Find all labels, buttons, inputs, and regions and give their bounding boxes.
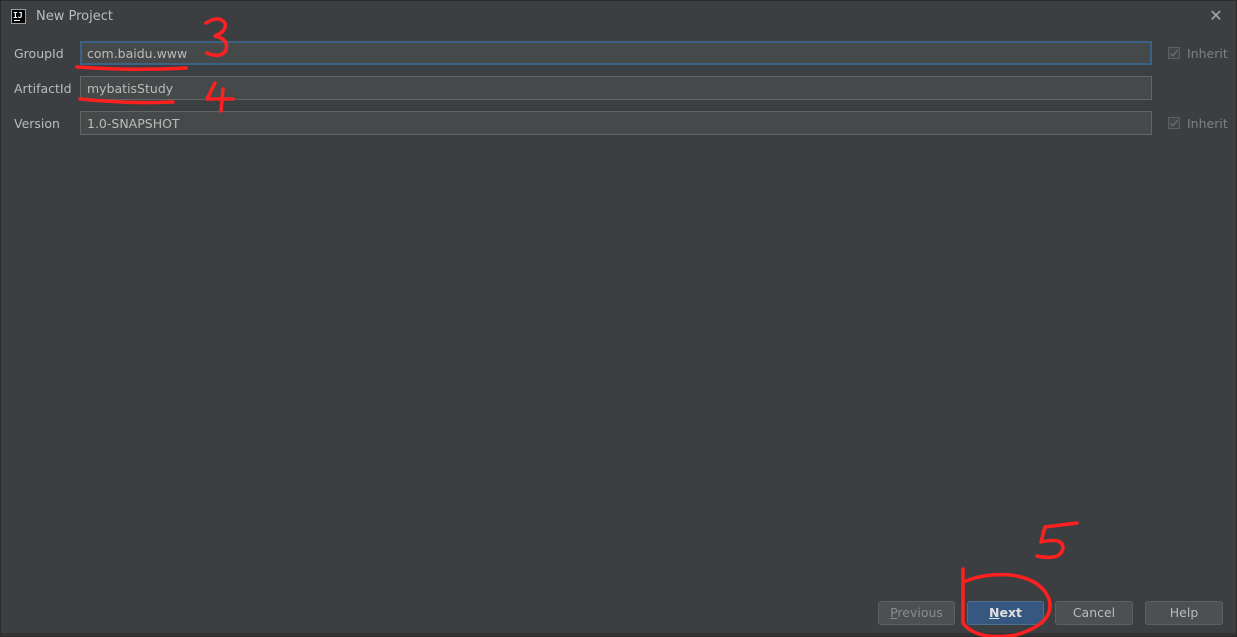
window-title: New Project <box>36 9 113 24</box>
next-mnemonic: N <box>989 605 1000 620</box>
version-row: Version Inherit <box>1 111 1236 135</box>
artifactid-input[interactable] <box>80 76 1152 100</box>
artifactid-label: ArtifactId <box>14 81 72 96</box>
checkbox-icon <box>1168 47 1180 59</box>
help-button[interactable]: Help <box>1145 601 1223 625</box>
checkbox-icon <box>1168 117 1180 129</box>
version-label: Version <box>14 116 60 131</box>
inherit-label: Inherit <box>1187 45 1228 61</box>
previous-label: revious <box>897 605 943 620</box>
groupid-inherit-checkbox[interactable]: Inherit <box>1168 45 1228 61</box>
cancel-button[interactable]: Cancel <box>1055 601 1133 625</box>
next-button[interactable]: Next <box>967 601 1044 625</box>
annotation-mark-5 <box>1035 521 1079 560</box>
bottom-divider <box>1 633 1236 636</box>
artifactid-row: ArtifactId <box>1 76 1236 100</box>
groupid-row: GroupId Inherit <box>1 41 1236 65</box>
groupid-input[interactable] <box>80 41 1152 65</box>
title-bar: IJ New Project ✕ <box>1 1 1236 32</box>
intellij-icon: IJ <box>11 9 26 24</box>
groupid-label: GroupId <box>14 46 64 61</box>
version-input[interactable] <box>80 111 1152 135</box>
next-label: ext <box>999 605 1022 620</box>
inherit-label: Inherit <box>1187 115 1228 131</box>
previous-button[interactable]: Previous <box>878 601 955 625</box>
new-project-dialog: IJ New Project ✕ GroupId Inherit Artifac… <box>0 0 1237 637</box>
close-icon[interactable]: ✕ <box>1208 8 1224 24</box>
groupid-underline-mark <box>75 65 188 72</box>
version-inherit-checkbox[interactable]: Inherit <box>1168 115 1228 131</box>
